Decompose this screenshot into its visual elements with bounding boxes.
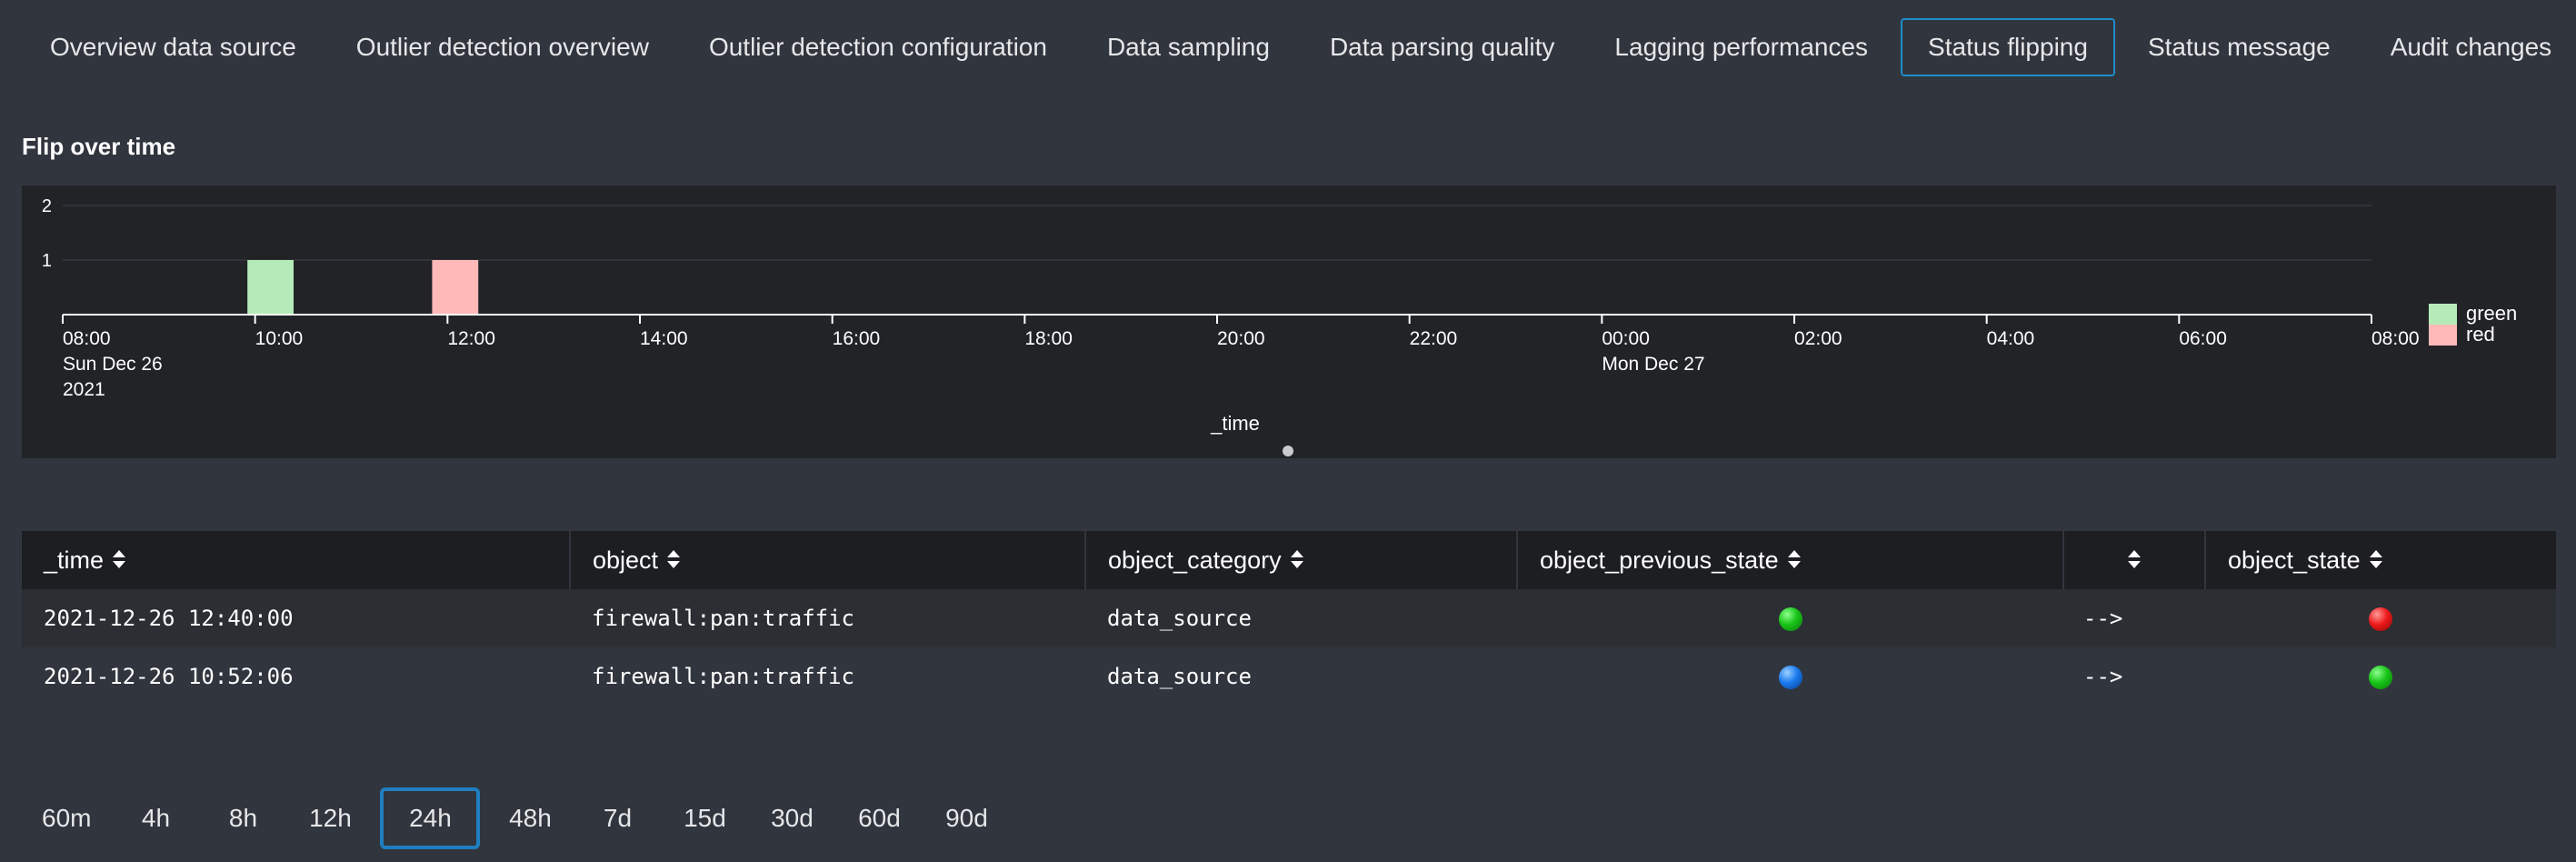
status-dot-icon — [2369, 607, 2392, 631]
range-button-48h[interactable]: 48h — [493, 787, 567, 849]
cell-previous-state — [1517, 589, 2063, 647]
x-tick-label: 06:00 — [2179, 328, 2227, 349]
x-axis-title: _time — [1210, 412, 1260, 435]
x-tick-label: Mon Dec 27 — [1602, 354, 1704, 375]
x-tick-label: 02:00 — [1794, 328, 1842, 349]
x-tick-label: 08:00 — [63, 328, 111, 349]
x-tick-label: Sun Dec 26 — [63, 354, 163, 375]
cell-arrow: --> — [2063, 647, 2205, 706]
bar-red — [432, 260, 479, 315]
tab-bar: Overview data source Outlier detection o… — [23, 18, 2576, 76]
cell-object-category: data_source — [1085, 589, 1517, 647]
x-tick-label: 16:00 — [833, 328, 881, 349]
tab-audit-changes[interactable]: Audit changes — [2363, 18, 2576, 76]
tab-status-message[interactable]: Status message — [2121, 18, 2358, 76]
x-tick-label: 20:00 — [1217, 328, 1265, 349]
x-tick-label: 04:00 — [1987, 328, 2035, 349]
cell-time: 2021-12-26 12:40:00 — [22, 589, 570, 647]
time-range-selector: 60m 4h 8h 12h 24h 48h 7d 15d 30d 60d 90d — [27, 787, 1003, 849]
x-tick-label: 00:00 — [1602, 328, 1650, 349]
y-tick-label: 2 — [42, 196, 52, 216]
column-header-object-state[interactable]: object_state — [2205, 531, 2556, 589]
range-button-4h[interactable]: 4h — [118, 787, 193, 849]
sort-icon[interactable] — [2369, 548, 2382, 570]
sort-icon[interactable] — [113, 548, 126, 570]
cell-object-category: data_source — [1085, 647, 1517, 706]
column-header-object-previous-state[interactable]: object_previous_state — [1517, 531, 2064, 589]
column-header-arrow[interactable] — [2063, 531, 2206, 589]
range-button-12h[interactable]: 12h — [293, 787, 367, 849]
resize-handle-icon — [1283, 446, 1293, 456]
range-button-24h[interactable]: 24h — [380, 787, 481, 849]
cell-arrow: --> — [2063, 589, 2205, 647]
status-dot-icon — [1778, 607, 1802, 631]
status-dot-icon — [2369, 666, 2392, 689]
range-button-7d[interactable]: 7d — [580, 787, 654, 849]
legend-label-green: green — [2466, 302, 2517, 325]
panel-title: Flip over time — [22, 133, 176, 160]
legend-swatch-green — [2429, 304, 2457, 325]
status-dot-icon — [1778, 666, 1802, 689]
x-tick-label: 2021 — [63, 379, 105, 400]
app-root: Overview data source Outlier detection o… — [0, 0, 2576, 862]
sort-icon[interactable] — [1290, 548, 1303, 570]
bar-green — [247, 260, 294, 315]
cell-state — [2205, 647, 2556, 706]
legend-swatch-red — [2429, 325, 2457, 346]
x-tick-label: 18:00 — [1024, 328, 1073, 349]
tab-data-parsing-quality[interactable]: Data parsing quality — [1303, 18, 1582, 76]
sort-icon[interactable] — [1787, 548, 1801, 570]
status-flip-table: _time object object_category object_prev… — [22, 531, 2556, 706]
column-header-object[interactable]: object — [570, 531, 1086, 589]
table-row[interactable]: 2021-12-26 12:40:00 firewall:pan:traffic… — [22, 589, 2556, 647]
cell-object: firewall:pan:traffic — [570, 589, 1085, 647]
table-header-row: _time object object_category object_prev… — [22, 531, 2556, 589]
range-button-8h[interactable]: 8h — [205, 787, 280, 849]
cell-object: firewall:pan:traffic — [570, 647, 1085, 706]
x-tick-label: 22:00 — [1410, 328, 1458, 349]
tab-overview-data-source[interactable]: Overview data source — [23, 18, 324, 76]
range-button-30d[interactable]: 30d — [754, 787, 829, 849]
column-header-label: object_category — [1108, 546, 1282, 574]
tab-outlier-detection-configuration[interactable]: Outlier detection configuration — [682, 18, 1074, 76]
column-header-object-category[interactable]: object_category — [1085, 531, 1518, 589]
flip-over-time-chart: 1 2 08:00 Sun Dec 26 2021 10:00 12:00 14:00 16:0… — [22, 185, 2556, 458]
column-header-label: object — [593, 546, 659, 574]
range-button-90d[interactable]: 90d — [929, 787, 1003, 849]
tab-lagging-performances[interactable]: Lagging performances — [1587, 18, 1895, 76]
table-row[interactable]: 2021-12-26 10:52:06 firewall:pan:traffic… — [22, 647, 2556, 706]
x-tick-label: 14:00 — [640, 328, 688, 349]
cell-previous-state — [1517, 647, 2063, 706]
column-header-label: _time — [44, 546, 105, 574]
x-tick-label: 10:00 — [255, 328, 304, 349]
tab-status-flipping[interactable]: Status flipping — [1901, 18, 2115, 76]
range-button-15d[interactable]: 15d — [667, 787, 742, 849]
x-tick-label: 12:00 — [447, 328, 495, 349]
cell-time: 2021-12-26 10:52:06 — [22, 647, 570, 706]
cell-state — [2205, 589, 2556, 647]
range-button-60d[interactable]: 60d — [842, 787, 916, 849]
column-header-label: object_state — [2228, 546, 2361, 574]
x-tick-label: 08:00 — [2371, 328, 2420, 349]
sort-icon[interactable] — [2128, 548, 2141, 570]
tab-data-sampling[interactable]: Data sampling — [1080, 18, 1297, 76]
range-button-60m[interactable]: 60m — [27, 787, 105, 849]
sort-icon[interactable] — [667, 548, 681, 570]
legend-label-red: red — [2466, 323, 2495, 346]
column-header-time[interactable]: _time — [22, 531, 571, 589]
chart-svg: 1 2 08:00 Sun Dec 26 2021 10:00 12:00 14:00 16:0… — [42, 196, 2517, 456]
tab-outlier-detection-overview[interactable]: Outlier detection overview — [329, 18, 676, 76]
y-tick-label: 1 — [42, 251, 52, 271]
column-header-label: object_previous_state — [1540, 546, 1779, 574]
